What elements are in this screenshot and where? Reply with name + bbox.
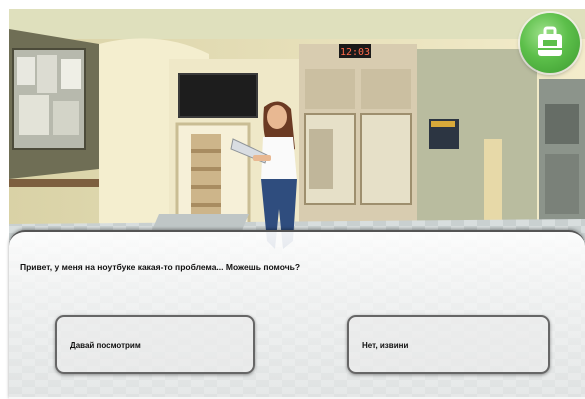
wall-clock: 12:03: [340, 47, 370, 58]
inventory-button[interactable]: [520, 13, 580, 73]
npc-dialog-line: Привет, у меня на ноутбуке какая-то проб…: [20, 262, 301, 272]
answer-label: Нет, извини: [362, 341, 409, 350]
answer-button-no-sorry[interactable]: Нет, извини: [347, 315, 550, 374]
answer-button-lets-see[interactable]: Давай посмотрим: [55, 315, 255, 374]
briefcase-icon: [538, 26, 562, 56]
dialog-panel: Привет, у меня на ноутбуке какая-то проб…: [9, 230, 585, 399]
answer-label: Давай посмотрим: [70, 341, 141, 350]
